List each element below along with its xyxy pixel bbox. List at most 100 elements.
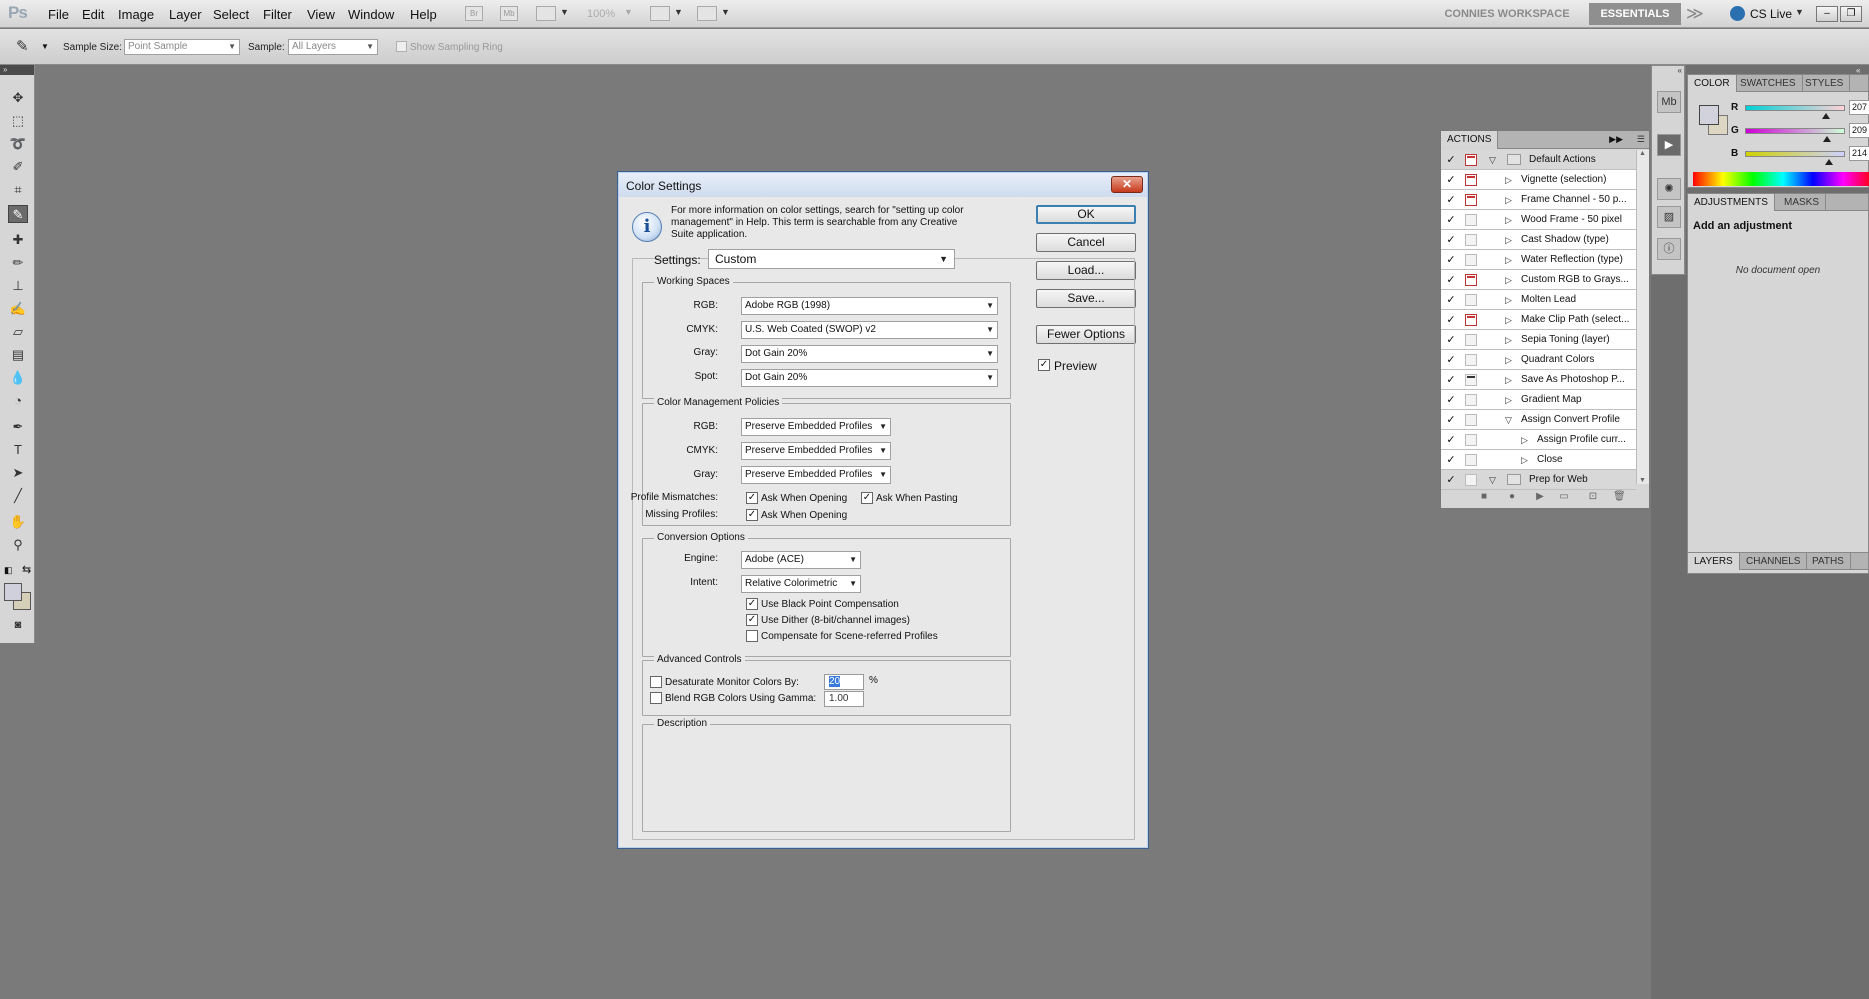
toggle-item-checkbox[interactable]: ✓ (1445, 254, 1457, 266)
tab-paths[interactable]: PATHS (1806, 553, 1851, 570)
mini-bridge-panel-icon[interactable]: Mb (1657, 91, 1681, 113)
toggle-dialog-icon[interactable] (1465, 294, 1477, 306)
red-value-input[interactable]: 207 (1849, 100, 1869, 115)
scroll-up-icon[interactable]: ▲ (1639, 150, 1646, 157)
desaturate-monitor-checkbox[interactable] (650, 676, 662, 688)
action-row[interactable]: ✓ ▷ Quadrant Colors (1441, 350, 1636, 370)
toggle-item-checkbox[interactable]: ✓ (1445, 194, 1457, 206)
action-row[interactable]: ✓ ▷ Save As Photoshop P... (1441, 370, 1636, 390)
quick-selection-tool-icon[interactable]: ✐ (8, 158, 28, 176)
toggle-item-checkbox[interactable]: ✓ (1445, 354, 1457, 366)
mismatch-ask-pasting-checkbox[interactable]: ✓ (861, 492, 873, 504)
tab-layers[interactable]: LAYERS (1688, 553, 1740, 570)
toggle-dialog-icon[interactable] (1465, 334, 1477, 346)
hand-tool-icon[interactable]: ✋ (8, 513, 28, 531)
expand-triangle-open-icon[interactable]: ▽ (1489, 475, 1496, 486)
ws-cmyk-select[interactable]: U.S. Web Coated (SWOP) v2 ▼ (741, 321, 998, 339)
eraser-tool-icon[interactable]: ▱ (8, 323, 28, 341)
expand-triangle-icon[interactable]: ▷ (1505, 195, 1512, 206)
action-row[interactable]: ✓ ▷ Vignette (selection) (1441, 170, 1636, 190)
blend-gamma-input[interactable]: 1.00 (824, 691, 864, 707)
missing-ask-opening-checkbox[interactable]: ✓ (746, 509, 758, 521)
stop-icon[interactable]: ■ (1478, 491, 1490, 502)
cs-live-icon[interactable] (1730, 6, 1745, 21)
menu-layer[interactable]: Layer (169, 7, 202, 22)
workspace-connies-button[interactable]: CONNIES WORKSPACE (1430, 3, 1584, 25)
toggle-dialog-icon[interactable] (1465, 154, 1477, 166)
panel-menu-icon[interactable]: ☰ (1637, 134, 1645, 145)
expand-triangle-icon[interactable]: ▷ (1505, 255, 1512, 266)
toggle-item-checkbox[interactable]: ✓ (1445, 434, 1457, 446)
toggle-item-checkbox[interactable]: ✓ (1445, 474, 1457, 486)
expand-triangle-icon[interactable]: ▷ (1505, 175, 1512, 186)
dock-collapse-icon[interactable]: « (1678, 66, 1682, 75)
expand-triangle-icon[interactable]: ▷ (1521, 435, 1528, 446)
expand-triangle-icon[interactable]: ▷ (1505, 235, 1512, 246)
toggle-dialog-icon[interactable] (1465, 274, 1477, 286)
toggle-dialog-icon[interactable] (1465, 174, 1477, 186)
green-value-input[interactable]: 209 (1849, 123, 1869, 138)
color-spectrum-ramp[interactable] (1693, 172, 1869, 186)
settings-select[interactable]: Custom ▼ (708, 249, 955, 269)
menu-help[interactable]: Help (410, 7, 437, 22)
swap-colors-icon[interactable]: ⇆ (22, 563, 31, 576)
path-selection-tool-icon[interactable]: ➤ (8, 464, 28, 482)
ok-button[interactable]: OK (1036, 205, 1136, 224)
expand-triangle-open-icon[interactable]: ▽ (1505, 415, 1512, 426)
blue-slider-thumb[interactable] (1825, 159, 1833, 165)
toggle-dialog-icon[interactable] (1465, 394, 1477, 406)
toggle-item-checkbox[interactable]: ✓ (1445, 314, 1457, 326)
toggle-dialog-icon[interactable] (1465, 254, 1477, 266)
toggle-item-checkbox[interactable]: ✓ (1445, 174, 1457, 186)
red-slider-thumb[interactable] (1822, 113, 1830, 119)
green-slider-thumb[interactable] (1823, 136, 1831, 142)
color-foreground-preview[interactable] (1699, 105, 1719, 125)
expand-triangle-icon[interactable]: ▷ (1505, 315, 1512, 326)
arrange-chevron-icon[interactable]: ▼ (674, 7, 683, 17)
show-sampling-ring-checkbox[interactable] (396, 41, 407, 52)
menu-view[interactable]: View (307, 7, 335, 22)
action-row[interactable]: ✓ ▷ Make Clip Path (select... (1441, 310, 1636, 330)
actions-panel-icon[interactable]: ▶ (1657, 134, 1681, 156)
ws-spot-select[interactable]: Dot Gain 20% ▼ (741, 369, 998, 387)
eyedropper-tool-icon[interactable]: ✎ (8, 205, 28, 223)
blue-value-input[interactable]: 214 (1849, 146, 1869, 161)
foreground-color-swatch[interactable] (4, 583, 22, 601)
cs-live-chevron-icon[interactable]: ▼ (1795, 7, 1804, 17)
cancel-button[interactable]: Cancel (1036, 233, 1136, 252)
clone-stamp-tool-icon[interactable]: ⊥ (8, 277, 28, 295)
brushes-panel-icon[interactable]: ✺ (1657, 178, 1681, 200)
action-row[interactable]: ✓ ▷ Assign Profile curr... (1441, 430, 1636, 450)
expand-triangle-icon[interactable]: ▷ (1505, 355, 1512, 366)
toggle-item-checkbox[interactable]: ✓ (1445, 214, 1457, 226)
line-tool-icon[interactable]: ╱ (8, 487, 28, 505)
menu-window[interactable]: Window (348, 7, 394, 22)
mismatch-ask-opening-checkbox[interactable]: ✓ (746, 492, 758, 504)
menu-edit[interactable]: Edit (82, 7, 104, 22)
toggle-dialog-icon[interactable] (1465, 354, 1477, 366)
expand-triangle-icon[interactable]: ▷ (1521, 455, 1528, 466)
workspace-essentials-button[interactable]: ESSENTIALS (1589, 3, 1681, 25)
toggle-item-checkbox[interactable]: ✓ (1445, 374, 1457, 386)
ws-rgb-select[interactable]: Adobe RGB (1998) ▼ (741, 297, 998, 315)
action-row[interactable]: ✓ ▷ Molten Lead (1441, 290, 1636, 310)
healing-brush-tool-icon[interactable]: ✚ (8, 231, 28, 249)
toggle-item-checkbox[interactable]: ✓ (1445, 274, 1457, 286)
red-slider[interactable] (1745, 105, 1845, 111)
info-panel-icon[interactable]: ⓘ (1657, 238, 1681, 260)
policy-cmyk-select[interactable]: Preserve Embedded Profiles ▼ (741, 442, 891, 460)
move-tool-icon[interactable]: ✥ (8, 89, 28, 107)
screen-mode-icon[interactable] (697, 6, 717, 21)
view-extras-icon[interactable] (536, 6, 556, 21)
tools-collapse-icon[interactable]: » (0, 65, 34, 75)
action-row[interactable]: ✓ ▷ Cast Shadow (type) (1441, 230, 1636, 250)
tab-masks[interactable]: MASKS (1778, 194, 1827, 211)
menu-image[interactable]: Image (118, 7, 154, 22)
toggle-item-checkbox[interactable]: ✓ (1445, 454, 1457, 466)
toggle-item-checkbox[interactable]: ✓ (1445, 294, 1457, 306)
tab-adjustments[interactable]: ADJUSTMENTS (1688, 194, 1775, 211)
action-row[interactable]: ✓ ▽ Assign Convert Profile (1441, 410, 1636, 430)
tab-color[interactable]: COLOR (1688, 75, 1737, 92)
blur-tool-icon[interactable]: 💧 (8, 369, 28, 387)
action-row[interactable]: ✓ ▷ Water Reflection (type) (1441, 250, 1636, 270)
